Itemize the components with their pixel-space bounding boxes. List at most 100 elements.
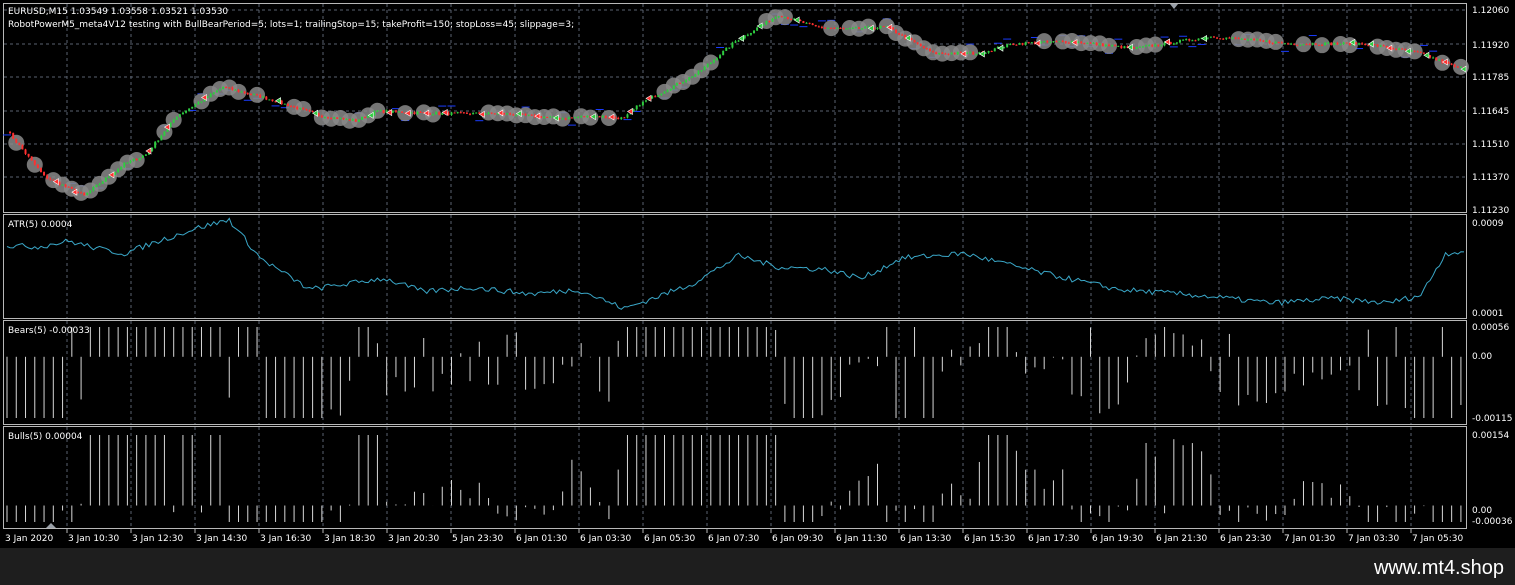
atr-title: ATR(5) 0.0004	[8, 220, 73, 230]
footer-brand[interactable]: www.mt4.shop	[1373, 557, 1504, 579]
candle-body	[879, 26, 882, 28]
candle-body	[271, 99, 274, 102]
candle-body	[351, 119, 354, 121]
candle-body	[1046, 41, 1049, 43]
candle-body	[49, 178, 52, 180]
candle-body	[1401, 48, 1404, 50]
candle-body	[1185, 39, 1188, 41]
candle-body	[1009, 44, 1012, 46]
candle-body	[1024, 42, 1027, 45]
price-label: 1.11370	[1472, 173, 1509, 183]
candle-body	[1138, 46, 1141, 48]
candle-body	[33, 160, 36, 165]
candle-body	[657, 95, 660, 98]
candle-body	[185, 110, 188, 113]
candle-body	[101, 181, 104, 184]
candle-body	[206, 96, 209, 98]
candle-body	[898, 33, 901, 35]
candle-body	[18, 142, 21, 146]
candle-body	[1311, 43, 1314, 45]
candle-body	[98, 183, 101, 185]
candle-body	[209, 93, 212, 97]
candle-body	[194, 104, 197, 107]
candle-body	[83, 192, 86, 195]
candle-body	[672, 85, 675, 89]
candle-body	[1240, 38, 1243, 40]
candle-body	[910, 38, 913, 41]
candle-body	[58, 181, 61, 185]
candle-body	[163, 131, 166, 136]
candle-body	[169, 122, 172, 128]
candle-body	[1148, 45, 1151, 47]
candle-body	[1089, 42, 1092, 44]
price-label: 1.11645	[1472, 107, 1509, 117]
candle-body	[583, 116, 586, 118]
candle-body	[262, 96, 265, 98]
candle-body	[558, 118, 561, 120]
bulls-scale-label: -0.00036	[1472, 517, 1513, 527]
candle-body	[1212, 36, 1215, 38]
candle-body	[820, 26, 823, 28]
candle-body	[1354, 42, 1357, 45]
candle-body	[435, 112, 438, 115]
candle-body	[833, 28, 836, 30]
symbol-title: EURUSD,M15 1.03549 1.03558 1.03521 1.035…	[8, 7, 228, 17]
bears-scale-label: 0.00056	[1472, 323, 1509, 333]
time-label: 3 Jan 12:30	[132, 534, 184, 544]
candle-body	[21, 145, 24, 150]
candle-body	[228, 87, 231, 89]
candle-body	[249, 94, 252, 96]
time-label: 6 Jan 01:30	[516, 534, 568, 544]
candle-body	[268, 99, 271, 101]
candle-body	[259, 94, 262, 98]
candle-body	[891, 27, 894, 30]
candle-body	[1379, 45, 1382, 47]
candle-body	[175, 116, 178, 120]
candle-body	[956, 52, 959, 55]
candle-body	[419, 111, 422, 113]
candle-body	[641, 101, 644, 106]
candle-body	[848, 27, 851, 29]
candle-body	[774, 17, 777, 19]
candle-body	[151, 147, 154, 151]
candle-body	[144, 154, 147, 156]
candle-body	[925, 48, 928, 50]
candle-body	[919, 43, 922, 47]
candle-body	[728, 47, 731, 49]
candle-body	[1231, 37, 1234, 39]
candle-body	[972, 52, 975, 55]
candle-body	[882, 26, 885, 28]
candle-body	[524, 113, 527, 116]
candle-body	[345, 118, 348, 120]
candle-body	[623, 117, 626, 119]
candle-body	[1206, 37, 1209, 39]
candle-body	[1006, 44, 1009, 48]
candle-body	[1120, 45, 1123, 49]
candle-body	[935, 52, 938, 55]
candle-body	[765, 20, 768, 25]
candle-body	[117, 169, 120, 173]
candle-body	[126, 162, 129, 164]
candle-body	[873, 28, 876, 30]
candle-body	[12, 133, 15, 139]
candle-body	[394, 110, 397, 112]
candle-body	[1324, 42, 1327, 46]
time-label: 7 Jan 05:30	[1412, 534, 1464, 544]
footer-bar	[0, 548, 1515, 585]
candle-body	[771, 18, 774, 22]
candle-body	[1123, 46, 1126, 49]
candle-body	[827, 27, 830, 29]
candle-body	[1250, 38, 1253, 40]
candle-body	[1429, 55, 1432, 58]
price-label: 1.11230	[1472, 206, 1509, 216]
candle-body	[1163, 42, 1166, 46]
candle-body	[1114, 45, 1117, 47]
candle-body	[1052, 41, 1055, 43]
candle-body	[225, 87, 228, 89]
candle-body	[660, 93, 663, 96]
candle-body	[1030, 42, 1033, 44]
time-label: 3 Jan 2020	[5, 534, 53, 544]
candle-body	[114, 172, 117, 175]
candle-body	[1098, 43, 1101, 45]
candle-body	[1336, 42, 1339, 45]
